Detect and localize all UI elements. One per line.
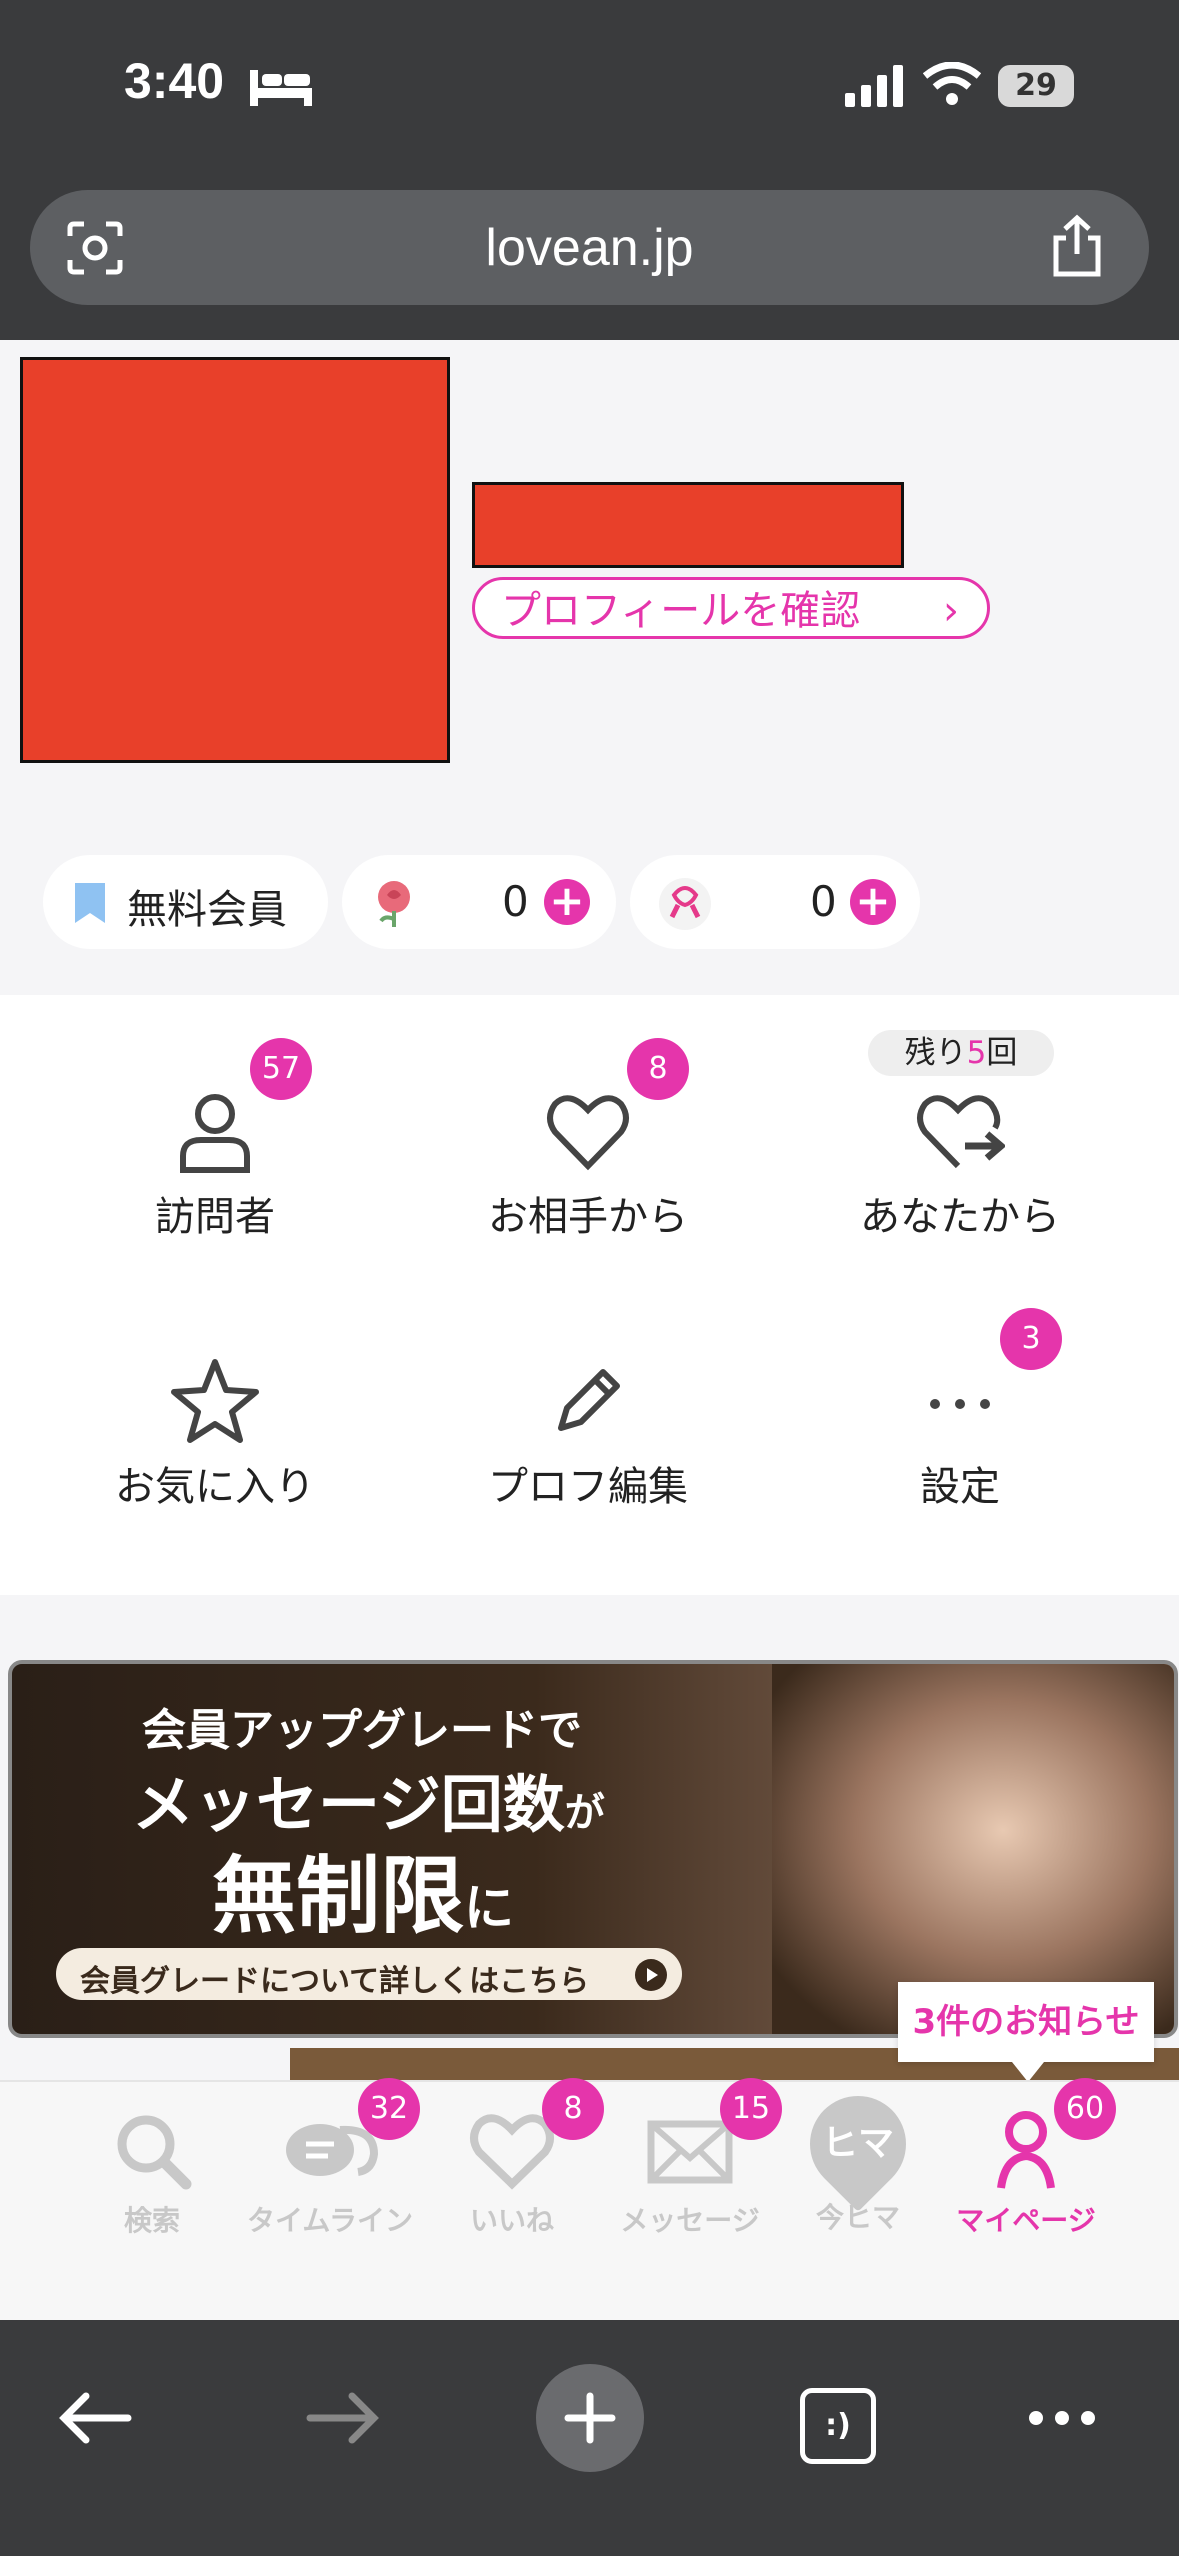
heart-icon — [470, 2114, 554, 2190]
tabs-overview-icon[interactable]: :) — [800, 2388, 876, 2464]
rose-count: 0 — [502, 877, 529, 926]
menu-label: 訪問者 — [155, 1194, 275, 1240]
share-icon[interactable] — [1050, 214, 1104, 278]
banner-line3-main: 無制限 — [212, 1847, 465, 1945]
back-arrow-icon[interactable] — [58, 2390, 132, 2446]
more-dots-icon[interactable] — [1026, 2408, 1098, 2428]
banner-line3: 無制限に — [212, 1829, 514, 1950]
menu-label: お気に入り — [115, 1464, 315, 1510]
likes-badge: 8 — [542, 2078, 604, 2140]
search-icon — [117, 2115, 192, 2190]
settings-badge: 3 — [1000, 1308, 1062, 1370]
play-circle-icon — [635, 1959, 667, 1991]
battery-level: 29 — [1015, 68, 1057, 103]
browser-toolbar: :) — [0, 2320, 1179, 2556]
wifi-icon — [923, 62, 981, 105]
menu-label: プロフ編集 — [488, 1464, 688, 1510]
avatar-redacted[interactable] — [20, 357, 450, 763]
mypage-badge: 60 — [1054, 2078, 1116, 2140]
add-rose-button[interactable]: + — [544, 879, 590, 925]
menu-settings[interactable]: 設定 — [800, 1358, 1120, 1512]
remaining-prefix: 残り — [904, 1035, 967, 1071]
banner-line3-particle: に — [464, 1879, 515, 1937]
forward-arrow-icon[interactable] — [306, 2390, 380, 2446]
model-photo — [772, 1664, 1174, 2034]
username-redacted — [472, 482, 904, 568]
tab-label: マイページ — [956, 2204, 1096, 2237]
tab-label: 検索 — [123, 2204, 180, 2237]
membership-label: 無料会員 — [127, 887, 287, 933]
free-now-icon: ヒマ — [790, 2076, 926, 2212]
notice-tooltip[interactable]: 3件のお知らせ — [898, 1982, 1154, 2062]
menu-label: お相手から — [488, 1194, 688, 1240]
star-icon — [171, 1359, 259, 1443]
menu-likes-received[interactable]: お相手から — [428, 1090, 748, 1242]
pencil-icon — [558, 1369, 620, 1431]
menu-edit-profile[interactable]: プロフ編集 — [428, 1358, 748, 1512]
free-now-icon-text: ヒマ — [821, 2123, 894, 2164]
new-tab-button[interactable] — [536, 2364, 644, 2472]
plus-icon — [564, 2392, 616, 2444]
menu-label: 設定 — [920, 1464, 1000, 1510]
clock: 3:40 — [124, 53, 225, 109]
remaining-count: 5 — [966, 1035, 987, 1071]
tab-free-now[interactable]: ヒマ 今ヒマ — [768, 2076, 948, 2236]
tab-label: いいね — [469, 2204, 554, 2237]
status-bar: 3:40 29 lovean.jp — [0, 0, 1179, 340]
envelope-icon — [647, 2120, 733, 2184]
rose-pill[interactable]: 0 + — [342, 855, 616, 949]
menu-favorites[interactable]: お気に入り — [55, 1358, 375, 1512]
add-ribbon-button[interactable]: + — [850, 879, 896, 925]
menu-label: あなたから — [860, 1194, 1060, 1240]
rose-icon — [378, 881, 410, 927]
banner-line2-particle: が — [564, 1790, 605, 1836]
timeline-badge: 32 — [358, 2078, 420, 2140]
ribbon-icon — [659, 878, 711, 930]
tab-search[interactable]: 検索 — [62, 2110, 242, 2239]
chevron-right-icon: › — [943, 588, 959, 634]
profile-confirm-button[interactable]: プロフィールを確認 › — [472, 577, 990, 639]
membership-pill[interactable]: 無料会員 — [43, 855, 328, 949]
ribbon-pill[interactable]: 0 + — [630, 855, 920, 949]
visitors-badge: 57 — [250, 1038, 312, 1100]
banner-line1: 会員アップグレードで — [142, 1705, 582, 1756]
notice-tooltip-label: 3件のお知らせ — [912, 2002, 1140, 2042]
battery-icon: 29 — [998, 65, 1074, 107]
heart-icon — [547, 1095, 629, 1171]
more-dots-icon — [930, 1399, 990, 1409]
tab-label: メッセージ — [620, 2204, 760, 2237]
tooltip-arrow — [1012, 2062, 1044, 2082]
cellular-signal-icon — [845, 65, 903, 107]
heart-send-icon — [917, 1095, 1007, 1169]
bed-icon — [250, 70, 312, 106]
ribbon-count: 0 — [810, 877, 837, 926]
menu-likes-sent[interactable]: あなたから — [800, 1090, 1120, 1242]
profile-confirm-label: プロフィールを確認 — [501, 588, 861, 634]
tab-label: タイムライン — [246, 2204, 414, 2237]
likes-received-badge: 8 — [627, 1038, 689, 1100]
bookmark-icon — [75, 883, 105, 923]
url-text[interactable]: lovean.jp — [30, 218, 1149, 278]
remaining-count-tag: 残り5回 — [868, 1030, 1054, 1076]
banner-cta-label: 会員グレードについて詳しくはこちら — [80, 1964, 590, 1999]
url-bar[interactable]: lovean.jp — [30, 190, 1149, 305]
menu-visitors[interactable]: 訪問者 — [55, 1090, 375, 1242]
person-icon — [997, 2111, 1055, 2189]
person-icon — [180, 1094, 250, 1173]
remaining-suffix: 回 — [986, 1035, 1018, 1071]
banner-cta-button[interactable]: 会員グレードについて詳しくはこちら — [56, 1948, 682, 2000]
